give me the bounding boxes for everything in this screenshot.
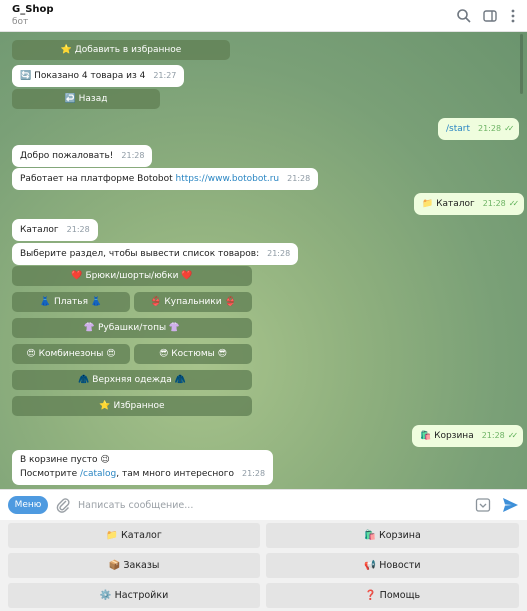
keyboard-news-button[interactable]: 📢 Новости <box>266 553 519 578</box>
suits-button[interactable]: 😎 Костюмы 😎 <box>134 344 252 364</box>
message-time: 21:28 <box>481 431 505 440</box>
message-text: Посмотрите <box>20 469 80 479</box>
message-composer: Меню <box>0 489 527 520</box>
start-message: /start 21:28 ✓✓ <box>438 118 520 140</box>
empty-cart-message: В корзине пусто 😉 Посмотрите /catalog, т… <box>12 450 274 485</box>
menu-button[interactable]: Меню <box>8 496 48 514</box>
message-text: Каталог <box>20 225 59 235</box>
add-to-favorites-button[interactable]: ⭐ Добавить в избранное <box>12 40 230 60</box>
overalls-button[interactable]: 😍 Комбинезоны 😍 <box>12 344 130 364</box>
message-time: 21:28 <box>482 199 506 208</box>
message-text: 🛍️ Корзина <box>420 431 474 441</box>
message-time: 21:28 <box>121 151 145 160</box>
shirts-tops-button[interactable]: 👚 Рубашки/топы 👚 <box>12 318 252 338</box>
keyboard-orders-button[interactable]: 📦 Заказы <box>8 553 260 578</box>
keyboard-cart-button[interactable]: 🛍️ Корзина <box>266 523 519 548</box>
platform-message: Работает на платформе Botobot https://ww… <box>12 168 319 190</box>
platform-link[interactable]: https://www.botobot.ru <box>175 174 279 184</box>
favorites-button[interactable]: ⭐ Избранное <box>12 396 252 416</box>
message-time: 21:27 <box>153 71 177 80</box>
message-time: 21:28 <box>287 174 311 183</box>
message-time: 21:28 <box>267 249 291 258</box>
message-line: В корзине пусто 😉 <box>20 455 110 465</box>
back-button[interactable]: ↩️ Назад <box>12 89 160 109</box>
read-checks-icon: ✓✓ <box>508 199 520 208</box>
message-time: 21:28 <box>478 124 502 133</box>
message-text: Показано 4 товара из 4 <box>34 71 146 81</box>
keyboard-help-button[interactable]: ❓ Помощь <box>266 583 519 608</box>
refresh-icon: 🔄 <box>20 71 32 81</box>
cart-command-message: 🛍️ Корзина 21:28 ✓✓ <box>412 425 524 447</box>
send-icon[interactable] <box>502 497 519 513</box>
message-time: 21:28 <box>241 469 266 478</box>
reply-keyboard: 📁 Каталог 🛍️ Корзина 📦 Заказы 📢 Новости … <box>0 520 527 611</box>
chat-area[interactable]: ⭐ Добавить в избранное 🔄 Показано 4 това… <box>0 32 527 489</box>
swimwear-button[interactable]: 👙 Купальники 👙 <box>134 292 252 312</box>
outerwear-button[interactable]: 🧥 Верхняя одежда 🧥 <box>12 370 252 390</box>
message-text: Добро пожаловать! <box>20 151 114 161</box>
chat-title[interactable]: G_Shop <box>12 4 54 15</box>
keyboard-toggle-icon[interactable] <box>475 497 491 513</box>
welcome-message: Добро пожаловать! 21:28 <box>12 145 153 167</box>
message-text: , там много интересного <box>116 469 234 479</box>
chat-scrollbar[interactable] <box>520 34 523 94</box>
message-text: Выберите раздел, чтобы вывести список то… <box>20 249 260 259</box>
message-time: 21:28 <box>66 225 90 234</box>
catalog-command-message: 📁 Каталог 21:28 ✓✓ <box>414 193 525 215</box>
keyboard-catalog-button[interactable]: 📁 Каталог <box>8 523 260 548</box>
chat-subtitle: бот <box>12 17 29 27</box>
attach-icon[interactable] <box>56 497 70 513</box>
choose-section-message: Выберите раздел, чтобы вывести список то… <box>12 243 299 265</box>
more-icon[interactable] <box>505 8 521 24</box>
catalog-command-link[interactable]: /catalog <box>80 469 116 479</box>
message-text: Работает на платформе Botobot <box>20 174 176 184</box>
chat-header: G_Shop бот <box>0 0 527 32</box>
pants-shorts-skirts-button[interactable]: ❤️ Брюки/шорты/юбки ❤️ <box>12 266 252 286</box>
sidebar-toggle-icon[interactable] <box>482 8 498 24</box>
search-icon[interactable] <box>456 8 472 24</box>
catalog-message: Каталог 21:28 <box>12 219 98 241</box>
shown-items-message: 🔄 Показано 4 товара из 4 21:27 <box>12 65 185 87</box>
keyboard-settings-button[interactable]: ⚙️ Настройки <box>8 583 260 608</box>
read-checks-icon: ✓✓ <box>504 124 515 133</box>
read-checks-icon: ✓✓ <box>507 431 519 440</box>
message-input[interactable] <box>78 496 458 514</box>
message-text[interactable]: /start <box>446 124 470 134</box>
dresses-button[interactable]: 👗 Платья 👗 <box>12 292 130 312</box>
message-text: 📁 Каталог <box>422 199 475 209</box>
